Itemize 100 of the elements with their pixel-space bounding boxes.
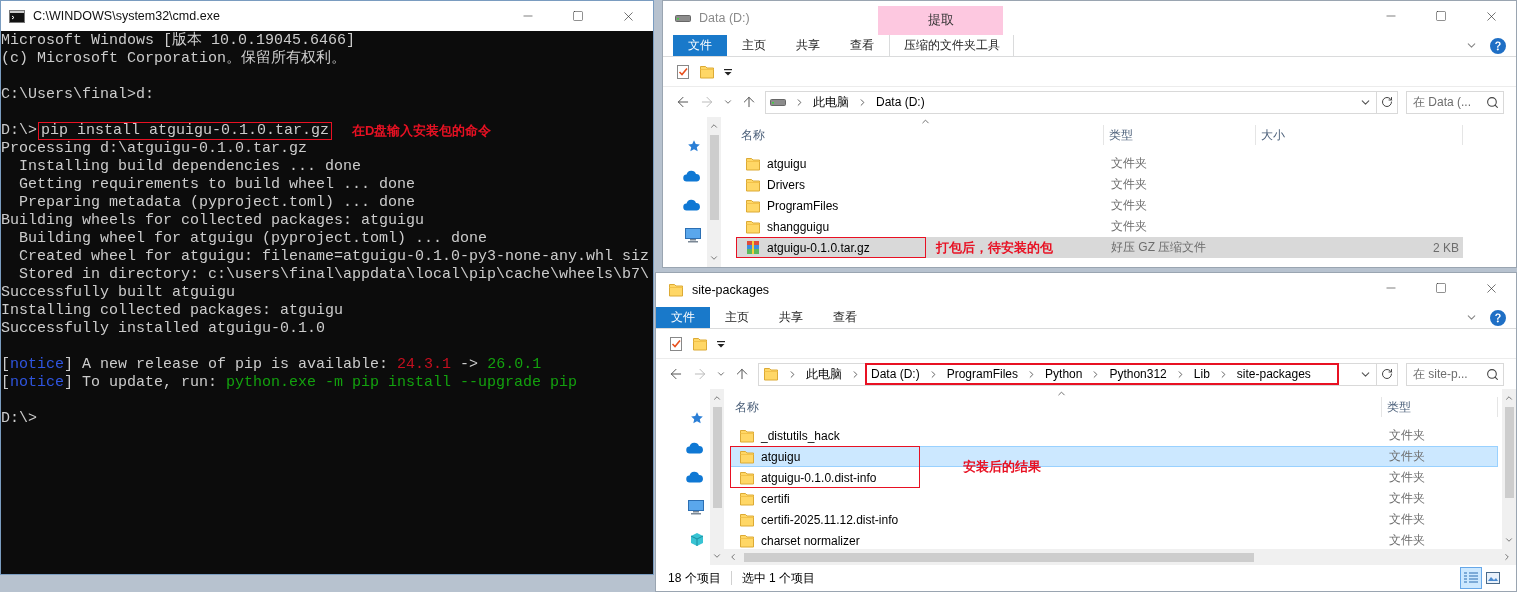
vertical-scrollbar[interactable] xyxy=(1502,389,1516,549)
window-title: C:\WINDOWS\system32\cmd.exe xyxy=(33,9,220,23)
file-row[interactable]: charset normalizer 文件夹 xyxy=(730,530,1498,549)
scroll-up-icon[interactable] xyxy=(1504,393,1514,403)
maximize-icon xyxy=(1435,10,1447,22)
breadcrumb[interactable]: 此电脑 xyxy=(813,93,849,111)
breadcrumb[interactable]: Data (D:) xyxy=(876,95,925,109)
star-icon[interactable] xyxy=(690,411,704,425)
address-bar[interactable]: 此电脑 Data (D:) xyxy=(765,90,1377,114)
folder-icon xyxy=(745,197,761,214)
scroll-down-icon[interactable] xyxy=(709,253,719,263)
status-text: 18 个项目 xyxy=(668,569,721,587)
console-text: Building wheel for atguigu (pyproject.toml) ... done xyxy=(18,230,488,248)
recent-locations-icon[interactable] xyxy=(716,369,726,379)
properties-icon[interactable] xyxy=(675,63,691,80)
monitor-icon[interactable] xyxy=(688,500,704,515)
cloud-icon[interactable] xyxy=(683,199,701,211)
file-name: atguigu-0.1.0.tar.gz xyxy=(767,240,870,255)
file-name: certifi-2025.11.12.dist-info xyxy=(761,512,899,527)
file-type: 文件夹 xyxy=(1111,198,1147,212)
scroll-up-icon[interactable] xyxy=(709,121,719,131)
properties-icon[interactable] xyxy=(668,335,684,352)
folder-icon xyxy=(739,469,755,486)
annotation-note: 在D盘输入安装包的命令 xyxy=(352,122,492,140)
breadcrumb[interactable]: Python xyxy=(1045,367,1083,381)
help-icon[interactable] xyxy=(1490,37,1506,54)
highlighted-command: pip install atguigu-0.1.0.tar.gz xyxy=(38,122,333,140)
file-type: 好压 GZ 压缩文件 xyxy=(1111,240,1207,254)
file-row[interactable]: shangguigu 文件夹 xyxy=(736,216,1463,237)
cloud-icon[interactable] xyxy=(686,471,704,483)
cloud-icon[interactable] xyxy=(686,442,704,454)
details-view-icon xyxy=(1464,572,1478,584)
back-icon[interactable] xyxy=(675,94,691,110)
file-name: Drivers xyxy=(767,177,805,192)
scroll-down-icon[interactable] xyxy=(1504,535,1514,545)
breadcrumb[interactable]: 此电脑 xyxy=(806,365,842,383)
refresh-button[interactable] xyxy=(1376,90,1398,114)
column-header[interactable]: 名称 xyxy=(736,125,1104,145)
scroll-left-icon[interactable] xyxy=(728,552,738,562)
console-text: [notice] To update, run: python.exe -m pip install --upgrade pip xyxy=(1,374,578,392)
back-icon[interactable] xyxy=(668,366,684,382)
monitor-icon[interactable] xyxy=(685,228,701,243)
breadcrumb[interactable]: Data (D:) xyxy=(871,367,920,381)
file-type: 文件夹 xyxy=(1389,512,1425,526)
scroll-down-icon[interactable] xyxy=(712,551,722,561)
up-icon[interactable] xyxy=(741,94,757,110)
forward-icon[interactable] xyxy=(699,94,715,110)
breadcrumb[interactable]: site-packages xyxy=(1236,367,1311,381)
file-row[interactable]: certifi-2025.11.12.dist-info 文件夹 xyxy=(730,509,1498,530)
annotation-note: 打包后，待安装的包 xyxy=(936,238,1053,257)
file-row[interactable]: ProgramFiles 文件夹 xyxy=(736,195,1463,216)
column-header[interactable]: 类型 xyxy=(1382,397,1498,417)
customize-dropdown-icon[interactable] xyxy=(716,338,726,349)
help-icon[interactable] xyxy=(1490,309,1506,326)
search-field[interactable]: 在 Data (... xyxy=(1406,90,1504,114)
breadcrumb[interactable]: Lib xyxy=(1193,367,1210,381)
console-text: (c) Microsoft Corporation。保留所有权利。 xyxy=(1,50,347,68)
horizontal-scrollbar[interactable] xyxy=(724,549,1516,565)
console-text: Microsoft Windows [版本 10.0.19045.6466] xyxy=(1,32,356,49)
folder-icon xyxy=(739,427,755,444)
search-icon xyxy=(1486,95,1499,109)
folder-icon xyxy=(739,511,755,528)
search-icon xyxy=(1486,367,1499,381)
column-header[interactable]: 大小 xyxy=(1256,125,1463,145)
address-bar[interactable]: 此电脑 Data (D:) ProgramFiles Python Python312 Lib site-packages xyxy=(758,362,1377,386)
folder-icon xyxy=(699,63,715,80)
file-row[interactable]: Drivers 文件夹 xyxy=(736,174,1463,195)
up-icon[interactable] xyxy=(734,366,750,382)
file-row[interactable]: _distutils_hack 文件夹 xyxy=(730,425,1498,446)
scroll-right-icon[interactable] xyxy=(1502,552,1512,562)
breadcrumb[interactable]: ProgramFiles xyxy=(946,367,1019,381)
refresh-button[interactable] xyxy=(1376,362,1398,386)
forward-icon[interactable] xyxy=(692,366,708,382)
file-name: _distutils_hack xyxy=(761,428,840,443)
file-row[interactable]: certifi 文件夹 xyxy=(730,488,1498,509)
file-type: 文件夹 xyxy=(1111,156,1147,170)
console-text: Getting requirements to build wheel ... done xyxy=(18,176,416,194)
file-row[interactable]: atguigu 文件夹 xyxy=(736,153,1463,174)
scroll-up-icon[interactable] xyxy=(712,393,722,403)
vertical-scrollbar[interactable] xyxy=(710,389,724,565)
file-menu-tab[interactable]: 文件 xyxy=(673,35,727,56)
vertical-scrollbar[interactable] xyxy=(707,117,721,267)
star-icon[interactable] xyxy=(687,139,701,153)
breadcrumb[interactable]: Python312 xyxy=(1109,367,1167,381)
cube-icon[interactable] xyxy=(690,532,704,547)
column-header[interactable]: 名称 xyxy=(730,397,1382,417)
column-header[interactable]: 类型 xyxy=(1104,125,1256,145)
cloud-icon[interactable] xyxy=(683,170,701,182)
file-menu-tab[interactable]: 文件 xyxy=(656,307,710,328)
context-tab-group: 提取 xyxy=(878,6,1003,35)
recent-locations-icon[interactable] xyxy=(723,97,733,107)
console-text: Created wheel for atguigu: filename=atguigu-0.1.0-py3-none-any.whl siz xyxy=(18,248,650,266)
customize-dropdown-icon[interactable] xyxy=(723,66,733,77)
context-ribbon-tab[interactable]: 压缩的文件夹工具 xyxy=(889,35,1014,56)
refresh-icon xyxy=(1381,96,1393,108)
drive-icon xyxy=(770,97,786,107)
large-icons-view-icon xyxy=(1486,572,1500,584)
search-field[interactable]: 在 site-p... xyxy=(1406,362,1504,386)
console-text: Successfully built atguigu xyxy=(1,284,236,302)
file-type: 文件夹 xyxy=(1111,219,1147,233)
